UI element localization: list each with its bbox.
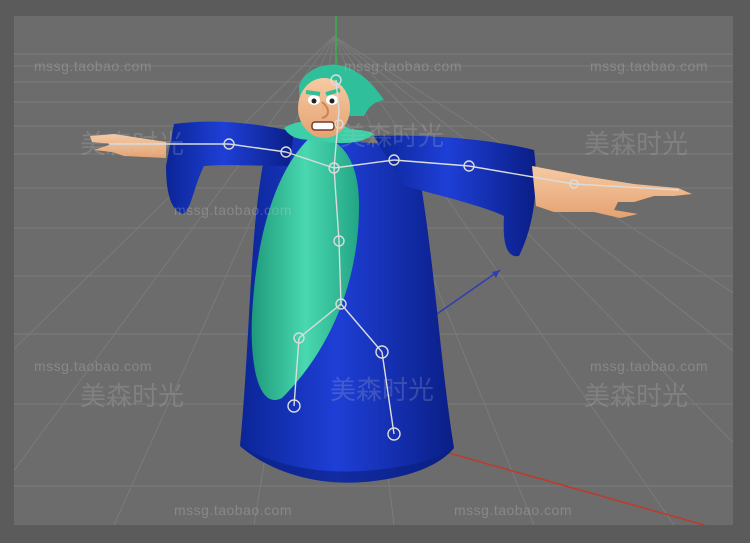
right-pupil	[329, 98, 335, 104]
viewport-canvas[interactable]	[14, 16, 733, 525]
z-axis-line	[433, 269, 501, 317]
watermark-brand: 美森时光	[584, 382, 689, 412]
right-hand[interactable]	[532, 166, 692, 218]
watermark-url: mssg.taobao.com	[174, 202, 292, 218]
watermark-url: mssg.taobao.com	[174, 502, 292, 518]
viewport-frame: mssg.taobao.com mssg.taobao.com mssg.tao…	[0, 0, 750, 543]
watermark-url: mssg.taobao.com	[344, 58, 462, 74]
3d-viewport[interactable]: mssg.taobao.com mssg.taobao.com mssg.tao…	[14, 16, 733, 525]
mouth	[311, 121, 335, 131]
watermark-url: mssg.taobao.com	[590, 358, 708, 374]
watermark-url: mssg.taobao.com	[34, 58, 152, 74]
watermark-url: mssg.taobao.com	[590, 58, 708, 74]
watermark-brand: 美森时光	[80, 382, 185, 412]
watermark-url: mssg.taobao.com	[454, 502, 572, 518]
left-pupil	[311, 98, 317, 104]
watermark-brand: 美森时光	[340, 122, 445, 152]
watermark-brand: 美森时光	[80, 130, 185, 160]
watermark-brand: 美森时光	[584, 130, 689, 160]
watermark-brand: 美森时光	[330, 376, 435, 406]
watermark-url: mssg.taobao.com	[34, 358, 152, 374]
